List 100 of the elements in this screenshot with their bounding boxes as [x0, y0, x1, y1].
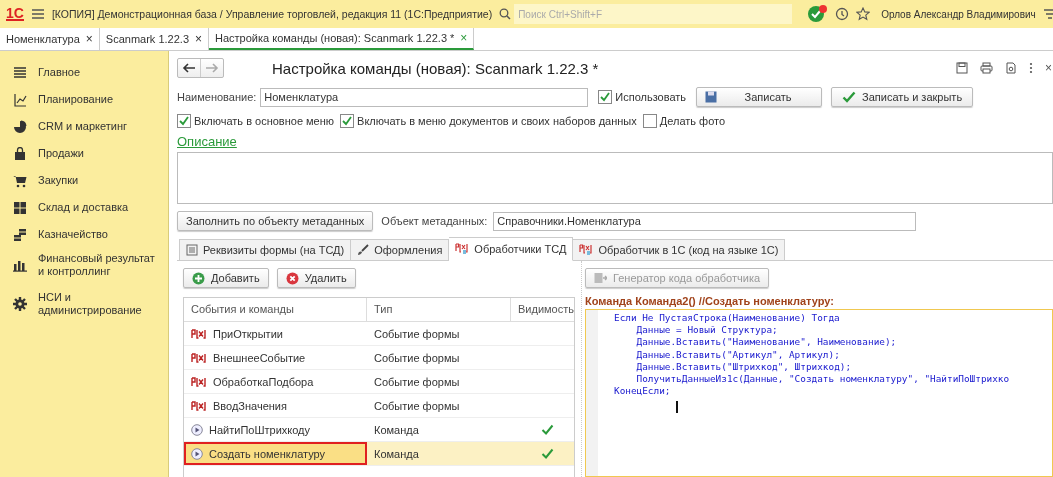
document-icon	[186, 244, 198, 256]
field-label: Объект метаданных:	[381, 215, 488, 227]
save-button[interactable]: Записать	[696, 87, 823, 107]
play-circle-icon	[191, 423, 203, 436]
description-field[interactable]	[177, 152, 1053, 204]
event-icon	[191, 328, 207, 339]
tab[interactable]: Обработчики ТСД	[449, 237, 574, 261]
code-header: Команда Команда2() //Создать номенклатуру:	[585, 295, 835, 307]
handler-icon	[455, 243, 470, 255]
code-editor[interactable]	[585, 309, 1053, 477]
more-icon[interactable]	[1029, 62, 1033, 74]
star-icon[interactable]	[856, 7, 871, 21]
add-button[interactable]: Добавить	[183, 268, 269, 288]
table-cell: ВнешнееСобытие	[213, 351, 306, 364]
name-field[interactable]: Номенклатура	[260, 87, 589, 107]
grid-icon	[13, 200, 27, 215]
event-icon	[191, 376, 207, 387]
checkbox-label: Включать в меню документов и своих наборов данных	[357, 115, 637, 127]
tab[interactable]: Оформления	[351, 239, 450, 260]
navigation-buttons[interactable]	[177, 58, 224, 78]
table-cell: Событие формы	[374, 327, 460, 340]
sidebar-item[interactable]: CRM и маркетинг	[38, 120, 158, 133]
sidebar-item[interactable]: Продажи	[38, 147, 158, 160]
table-row[interactable]: ПриОткрытии Событие формы	[184, 322, 574, 346]
open-tab[interactable]: Настройка команды (новая): Scanmark 1.22.3 * ×	[209, 28, 475, 50]
play-circle-icon	[191, 447, 203, 460]
sidebar-item[interactable]: НСИ и администрирование	[38, 291, 158, 317]
checkbox[interactable]	[177, 114, 191, 128]
table-cell: Команда	[374, 447, 419, 460]
table-cell: Событие формы	[374, 351, 460, 364]
sidebar-item[interactable]: Главное	[38, 66, 158, 79]
user-name[interactable]: Орлов Александр Владимирович	[881, 8, 1036, 20]
tab[interactable]: Реквизиты формы (на ТСД)	[179, 239, 352, 260]
app-logo: 1С	[6, 7, 24, 21]
code-line: ПолучитьДанныеИз1с(Данные, "Создать номенклатуру", "НайтиПоШтрихко	[635, 373, 1011, 386]
metadata-object-field[interactable]: Справочники.Номенклатура	[493, 211, 917, 231]
sidebar-item[interactable]: Склад и доставка	[38, 201, 158, 214]
printer-icon[interactable]	[980, 62, 993, 74]
search-icon	[499, 8, 512, 20]
checkbox-label: Делать фото	[659, 115, 726, 127]
table-row[interactable]: ВводЗначения Событие формы	[184, 394, 574, 418]
close-button[interactable]: ×	[1045, 61, 1052, 75]
menu-icon[interactable]	[30, 8, 45, 20]
bar-chart-icon	[13, 258, 27, 272]
code-line: КонецЕсли;	[614, 385, 672, 398]
open-tab[interactable]: Scanmark 1.22.3 ×	[99, 28, 209, 50]
field-label: Наименование:	[177, 91, 257, 103]
save-icon[interactable]	[956, 62, 968, 74]
table-cell: ВводЗначения	[213, 399, 287, 412]
list-icon	[13, 65, 27, 80]
tab[interactable]: Обработчик в 1С (код на языке 1С)	[573, 239, 786, 260]
description-link[interactable]: Описание	[177, 134, 237, 149]
code-line: Данные.Вставить("Штрихкод", Штрихкод);	[635, 360, 853, 373]
column-header[interactable]: Тип	[367, 298, 511, 321]
code-line: Данные = Новый Структура;	[635, 324, 779, 337]
table-row[interactable]: ВнешнееСобытие Событие формы	[184, 346, 574, 370]
table-row[interactable]: Создать номенклатуру Команда	[184, 442, 574, 466]
chart-icon	[13, 92, 27, 107]
generator-icon	[594, 272, 607, 284]
checkbox[interactable]	[598, 90, 613, 104]
cart-icon	[13, 173, 27, 188]
text-cursor	[676, 401, 678, 414]
sidebar-item[interactable]: Закупки	[38, 174, 158, 187]
history-icon[interactable]	[835, 7, 850, 21]
table-cell: НайтиПоШтрихкоду	[209, 423, 311, 436]
handler-icon	[579, 244, 594, 256]
checkbox-label: Использовать	[615, 91, 687, 103]
sidebar-item[interactable]: Финансовый результат и контроллинг	[38, 252, 158, 278]
code-line: Если Не ПустаяСтрока(Наименование) Тогда	[614, 312, 841, 325]
code-line: Данные.Вставить("Наименование", Наименование);	[635, 336, 898, 349]
fill-from-metadata-button[interactable]: Заполнить по объекту метаданных	[177, 211, 374, 231]
pie-chart-icon	[13, 119, 27, 134]
save-and-close-button[interactable]: Записать и закрыть	[831, 87, 974, 107]
table-cell: ОбработкаПодбора	[213, 375, 314, 388]
gear-icon	[13, 297, 27, 311]
table-cell: Событие формы	[374, 399, 460, 412]
table-cell: Создать номенклатуру	[209, 447, 326, 460]
checkbox[interactable]	[642, 114, 657, 128]
checkmark-icon	[842, 91, 857, 103]
form-title: Настройка команды (новая): Scanmark 1.22.3 *	[272, 59, 599, 77]
event-icon	[191, 400, 207, 411]
search-field[interactable]: Поиск Ctrl+Shift+F	[514, 4, 793, 24]
window-title: [КОПИЯ] Демонстрационная база / Управление торговлей, редакция 11 (1С:Предприятие)	[51, 8, 493, 20]
open-tab[interactable]: Номенклатура ×	[0, 28, 100, 50]
preview-icon[interactable]	[1005, 62, 1017, 74]
column-header[interactable]: Видимость	[511, 298, 574, 321]
table-row[interactable]: ОбработкаПодбора Событие формы	[184, 370, 574, 394]
notification-icon[interactable]	[806, 4, 829, 24]
plus-icon	[192, 271, 205, 285]
checkbox[interactable]	[340, 114, 355, 128]
event-icon	[191, 352, 207, 363]
settings-lines-icon[interactable]	[1042, 8, 1053, 20]
table-cell: ПриОткрытии	[213, 327, 283, 340]
delete-button[interactable]: Удалить	[276, 268, 356, 288]
brush-icon	[357, 244, 370, 256]
table-cell: Команда	[374, 423, 419, 436]
sidebar-item[interactable]: Планирование	[38, 93, 158, 106]
sidebar-item[interactable]: Казначейство	[38, 228, 158, 241]
column-header[interactable]: События и команды	[184, 298, 367, 321]
table-cell: Событие формы	[374, 375, 460, 388]
